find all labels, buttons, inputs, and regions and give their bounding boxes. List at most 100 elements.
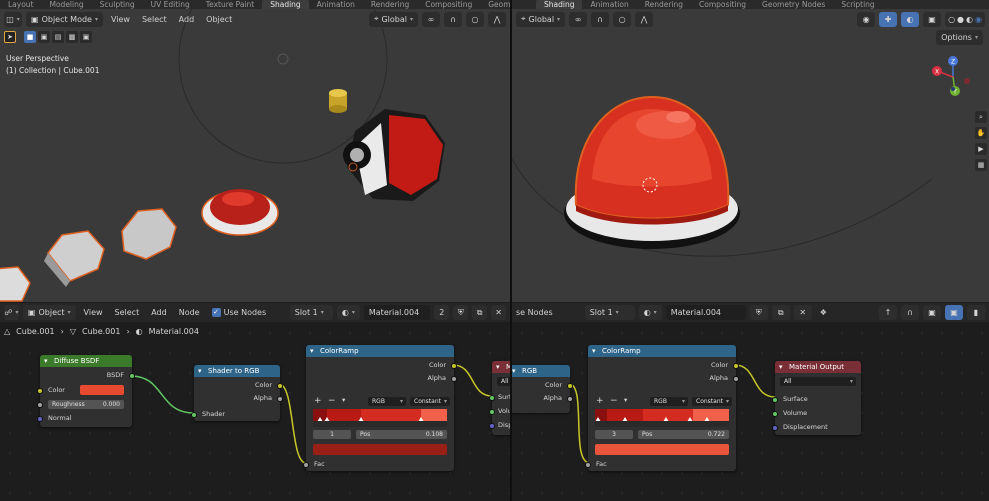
ramp-menu-button[interactable]: ▾ <box>342 396 345 404</box>
zoom-button[interactable]: ⌕ <box>975 111 987 123</box>
fake-user-button[interactable]: ⛨ <box>749 305 768 320</box>
diffuse-bsdf-node[interactable]: Diffuse BSDF BSDF Color Roughness 0.000 … <box>37 355 135 427</box>
output-target-select[interactable]: All <box>497 377 510 386</box>
fac-input-socket[interactable] <box>303 462 309 468</box>
tab-scripting[interactable]: Scripting <box>833 0 882 9</box>
slot-select[interactable]: Slot 1 ▾ <box>584 305 635 320</box>
remove-stop-button[interactable]: − <box>328 396 336 406</box>
select-subtract-button[interactable]: ▤ <box>52 31 64 43</box>
mode-select[interactable]: ▣ Object Mode ▾ <box>26 11 103 27</box>
volume-input-socket[interactable] <box>489 409 495 415</box>
xray-toggle-button[interactable]: ▣ <box>923 11 942 27</box>
shading-mode-group[interactable]: ○ ● ◐ ◉ <box>945 11 985 27</box>
color-ramp-gradient[interactable] <box>595 409 729 427</box>
tab-modeling[interactable]: Modeling <box>42 0 92 9</box>
normal-input-socket[interactable] <box>37 416 43 422</box>
bsdf-output-socket[interactable] <box>129 373 135 379</box>
shader-editor-right[interactable]: se Nodes Slot 1 ▾ ◐ ▾ Material.004 ⛨ ⧉ ✕ … <box>512 303 989 501</box>
tab-shading[interactable]: Shading <box>536 0 583 9</box>
snap-target-button[interactable]: ▣ <box>923 305 941 320</box>
menu-object[interactable]: Object <box>202 15 236 24</box>
duplicate-material-button[interactable]: ⧉ <box>771 305 790 320</box>
alpha-output-socket[interactable] <box>277 396 283 402</box>
overlay-toggle-button[interactable]: ◐ <box>901 11 920 27</box>
shader-editor-left[interactable]: ☍ ▾ ▣ Object ▾ View Select Add Node ✓ Use… <box>0 303 510 501</box>
menu-view[interactable]: View <box>107 15 134 24</box>
stop-index-field[interactable]: 1 <box>313 430 351 439</box>
slot-select[interactable]: Slot 1 ▾ <box>289 305 333 320</box>
fake-user-button[interactable]: ⛨ <box>453 305 469 320</box>
use-nodes-toggle[interactable]: ✓ Use Nodes <box>208 308 271 317</box>
shader-type-select[interactable]: ▣ Object ▾ <box>22 305 76 320</box>
stop-index-field[interactable]: 3 <box>595 430 633 439</box>
displacement-input-socket[interactable] <box>489 423 495 429</box>
transform-orientation-select[interactable]: ⌖ Global ▾ <box>368 11 418 27</box>
material-output-node-partial[interactable]: M All Surf Volu Disp <box>489 361 510 435</box>
shader-input-socket[interactable] <box>191 412 197 418</box>
color-output-socket[interactable] <box>451 363 457 369</box>
tab-sculpting[interactable]: Sculpting <box>92 0 143 9</box>
stop-color-swatch[interactable] <box>595 444 729 455</box>
alpha-output-socket[interactable] <box>733 376 739 382</box>
sidebar-toggle-button[interactable]: ▮ <box>967 305 985 320</box>
shader-to-rgb-node[interactable]: Shader to RGB Color Alpha Shader <box>191 365 283 421</box>
editor-type-button[interactable]: ◫ ▾ <box>4 11 22 27</box>
color-swatch[interactable] <box>80 385 124 395</box>
material-name-field[interactable]: Material.004 <box>363 305 431 320</box>
tab-shading[interactable]: Shading <box>262 0 309 9</box>
select-tool-button[interactable]: ➤ <box>4 31 16 43</box>
backdrop-button[interactable]: ▣ <box>945 305 963 320</box>
pan-button[interactable]: ✋ <box>975 127 987 139</box>
node-snap-button[interactable]: ∩ <box>901 305 919 320</box>
menu-select[interactable]: Select <box>111 308 144 317</box>
remove-stop-button[interactable]: − <box>610 396 618 406</box>
alpha-output-socket[interactable] <box>451 376 457 382</box>
user-count[interactable]: 2 <box>434 305 450 320</box>
color-ramp-gradient[interactable] <box>313 409 447 427</box>
proportional-edit-button[interactable]: ○ <box>466 11 484 27</box>
snap-button[interactable]: ∩ <box>444 11 462 27</box>
tab-rendering[interactable]: Rendering <box>637 0 691 9</box>
tab-texture-paint[interactable]: Texture Paint <box>198 0 262 9</box>
proportional-edit-button[interactable]: ○ <box>613 11 632 27</box>
select-new-button[interactable]: ■ <box>24 31 36 43</box>
pivot-button[interactable]: ∞ <box>422 11 440 27</box>
color-mode-select[interactable]: RGB ▾ <box>368 397 406 406</box>
3d-viewport-right[interactable]: ⌖ Global ▾ ∞ ∩ ○ ⋀ ◉ ✚ ◐ ▣ ○ ● ◐ ◉ Optio… <box>512 9 989 302</box>
camera-view-button[interactable]: ▶ <box>975 143 987 155</box>
options-dropdown[interactable]: Options ▾ <box>936 30 983 45</box>
tab-geometry-nodes[interactable]: Geometry Nod <box>480 0 510 9</box>
duplicate-material-button[interactable]: ⧉ <box>472 305 488 320</box>
interpolation-select[interactable]: Constant ▾ <box>692 397 732 406</box>
snap-button[interactable]: ∩ <box>591 11 610 27</box>
add-stop-button[interactable]: + <box>314 396 322 406</box>
interpolation-select[interactable]: Constant ▾ <box>410 397 450 406</box>
tab-layout[interactable]: Layout <box>0 0 42 9</box>
color-input-socket[interactable] <box>37 388 43 394</box>
pivot-button[interactable]: ∞ <box>569 11 588 27</box>
select-invert-button[interactable]: ▩ <box>66 31 78 43</box>
3d-viewport-left[interactable]: ◫ ▾ ▣ Object Mode ▾ View Select Add Objec… <box>0 9 510 302</box>
snap-button[interactable]: ↑ <box>879 305 897 320</box>
color-ramp-node[interactable]: ColorRamp Color Alpha + − ▾ RGB ▾ Constan… <box>303 345 457 471</box>
ramp-menu-button[interactable]: ▾ <box>624 396 627 404</box>
ortho-toggle-button[interactable]: ▦ <box>975 159 987 171</box>
falloff-button[interactable]: ⋀ <box>635 11 654 27</box>
fac-input-socket[interactable] <box>585 462 591 468</box>
tab-uv-editing[interactable]: UV Editing <box>143 0 198 9</box>
color-output-socket[interactable] <box>277 383 283 389</box>
select-intersect-button[interactable]: ▣ <box>80 31 92 43</box>
material-output-node[interactable]: Material Output All ▾ Surface Volume Disp… <box>772 361 861 435</box>
editor-type-button[interactable]: ☍ ▾ <box>4 305 19 320</box>
menu-add[interactable]: Add <box>147 308 171 317</box>
menu-view[interactable]: View <box>80 308 107 317</box>
tab-compositing[interactable]: Compositing <box>417 0 480 9</box>
gizmo-toggle-button[interactable]: ✚ <box>879 11 898 27</box>
material-browse-button[interactable]: ◐ ▾ <box>336 305 360 320</box>
tab-rendering[interactable]: Rendering <box>363 0 417 9</box>
transform-orientation-select[interactable]: ⌖ Global ▾ <box>516 11 566 27</box>
color-mode-select[interactable]: RGB ▾ <box>650 397 688 406</box>
navigation-gizmo[interactable]: Z X Y <box>931 55 975 99</box>
stop-position-field[interactable]: Pos 0.722 <box>638 430 729 439</box>
tab-animation[interactable]: Animation <box>309 0 363 9</box>
